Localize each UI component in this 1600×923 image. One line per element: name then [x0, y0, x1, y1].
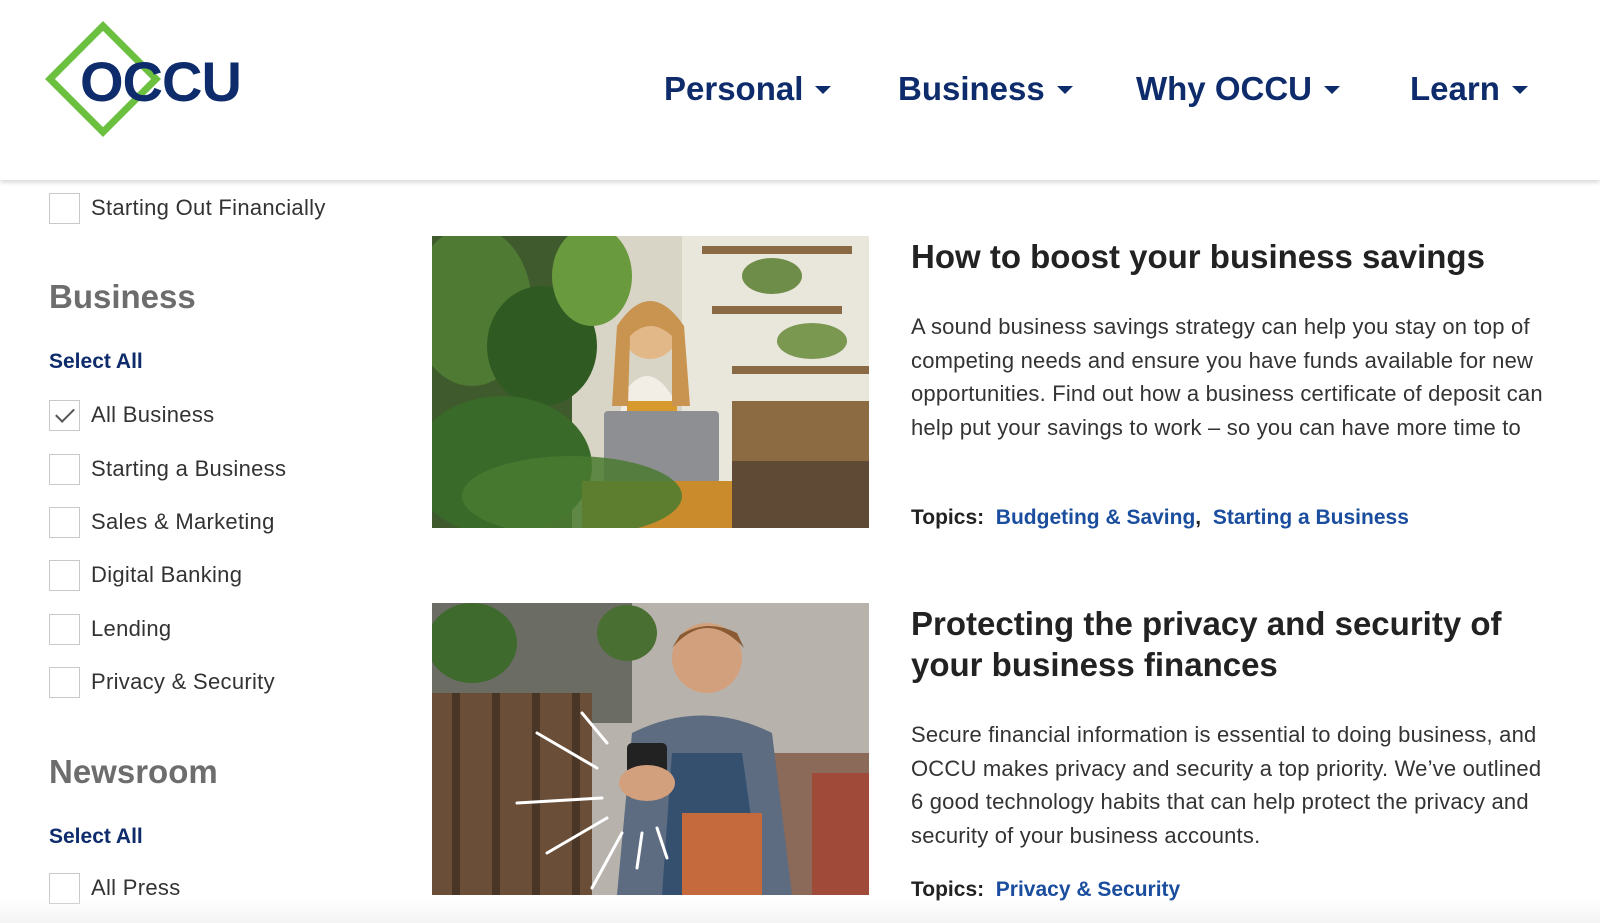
- caret-down-icon: [815, 86, 832, 94]
- article-image-privacy-security[interactable]: [432, 603, 869, 895]
- filter-label: Starting Out Financially: [91, 195, 326, 220]
- man-phone-apron-image: [432, 603, 869, 895]
- checkbox[interactable]: [49, 453, 80, 485]
- filter-label: All Business: [91, 402, 215, 427]
- checkbox[interactable]: [49, 559, 80, 591]
- filter-label: Sales & Marketing: [91, 509, 275, 534]
- nav-item-personal[interactable]: Personal: [664, 64, 832, 114]
- bottom-edge-fade: [0, 898, 1600, 923]
- checkbox[interactable]: [49, 613, 80, 645]
- site-header: OCCU Personal Business Why OCCU Learn: [0, 0, 1600, 180]
- nav-item-learn[interactable]: Learn: [1410, 64, 1528, 114]
- filter-label: Digital Banking: [91, 562, 243, 587]
- business-select-all-link[interactable]: Select All: [49, 350, 143, 374]
- woman-laptop-plants-image: [432, 236, 869, 528]
- article-title[interactable]: How to boost your business savings: [911, 236, 1551, 277]
- filter-starting-out-financially[interactable]: Starting Out Financially: [49, 192, 326, 224]
- caret-down-icon: [1056, 86, 1073, 94]
- business-section-title: Business: [49, 278, 196, 315]
- topic-separator: ,: [1195, 506, 1207, 529]
- checkbox[interactable]: [49, 666, 80, 698]
- filter-starting-a-business[interactable]: Starting a Business: [49, 453, 286, 485]
- article-image-business-savings[interactable]: [432, 236, 869, 528]
- filter-label: Privacy & Security: [91, 669, 275, 694]
- caret-down-icon: [1511, 86, 1528, 94]
- filter-all-business[interactable]: All Business: [49, 399, 214, 431]
- topic-link[interactable]: Starting a Business: [1213, 506, 1409, 529]
- filter-digital-banking[interactable]: Digital Banking: [49, 559, 242, 591]
- checkbox[interactable]: [49, 192, 80, 224]
- topic-link[interactable]: Budgeting & Saving: [996, 506, 1196, 529]
- checkmark-icon: [54, 402, 75, 423]
- nav-item-label: Business: [898, 70, 1045, 107]
- nav-item-business[interactable]: Business: [898, 64, 1073, 114]
- nav-item-label: Personal: [664, 70, 804, 107]
- filter-privacy-security[interactable]: Privacy & Security: [49, 666, 275, 698]
- newsroom-section-title: Newsroom: [49, 753, 218, 790]
- nav-item-label: Why OCCU: [1136, 70, 1312, 107]
- filter-label: Starting a Business: [91, 456, 287, 481]
- checkbox-checked[interactable]: [49, 399, 80, 431]
- filter-sales-marketing[interactable]: Sales & Marketing: [49, 506, 275, 538]
- filter-label: Lending: [91, 616, 172, 641]
- main-nav: Personal Business Why OCCU Learn: [0, 64, 1600, 114]
- article-topics: Topics: Budgeting & Saving, Starting a B…: [911, 506, 1409, 530]
- article-excerpt: Secure financial information is essentia…: [911, 722, 1542, 848]
- filter-lending[interactable]: Lending: [49, 613, 171, 645]
- topics-label: Topics:: [911, 506, 985, 529]
- caret-down-icon: [1324, 86, 1340, 94]
- newsroom-select-all-link[interactable]: Select All: [49, 825, 143, 849]
- nav-item-label: Learn: [1410, 70, 1500, 107]
- article-excerpt: A sound business savings strategy can he…: [911, 314, 1543, 440]
- article-title[interactable]: Protecting the privacy and security of y…: [911, 603, 1551, 685]
- checkbox[interactable]: [49, 506, 80, 538]
- nav-item-why-occu[interactable]: Why OCCU: [1136, 64, 1340, 114]
